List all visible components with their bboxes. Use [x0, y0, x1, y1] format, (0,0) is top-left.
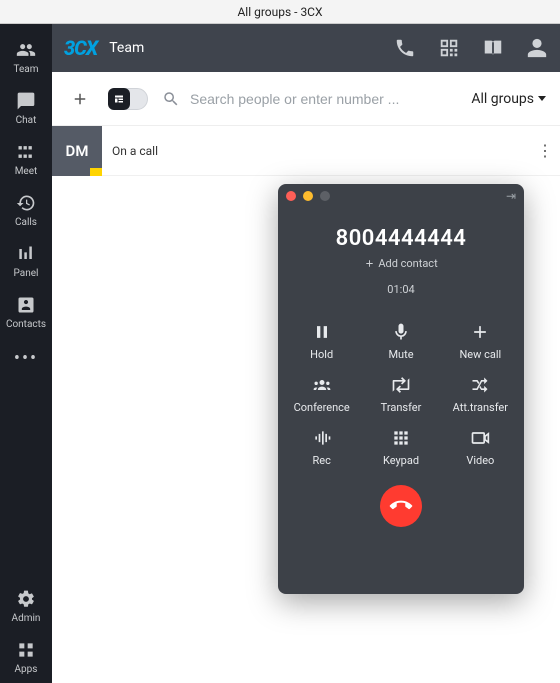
search-field[interactable] [162, 90, 457, 108]
add-contact-button[interactable]: Add contact [364, 257, 437, 270]
phone-icon [385, 490, 416, 521]
sidebar-item-label: Calls [15, 217, 37, 228]
toolbar: All groups [52, 72, 560, 126]
hangup-button[interactable] [380, 485, 422, 527]
close-icon[interactable] [286, 191, 296, 201]
rec-button[interactable]: Rec [282, 424, 361, 471]
chevron-down-icon [538, 96, 546, 101]
mute-button[interactable]: Mute [361, 318, 440, 365]
atttransfer-label: Att.transfer [453, 401, 508, 414]
mic-icon [391, 322, 411, 342]
sidebar-item-label: Panel [14, 268, 39, 279]
sidebar: Team Chat Meet Calls Panel Contacts ••• … [0, 24, 52, 683]
video-icon [470, 428, 490, 448]
sidebar-item-label: Apps [15, 664, 38, 675]
search-input[interactable] [190, 91, 457, 107]
mute-label: Mute [388, 348, 413, 361]
call-window: ⇥ 8004444444 Add contact 01:04 Hold Mute [278, 184, 524, 594]
sidebar-item-label: Admin [12, 613, 41, 624]
shuffle-icon [470, 375, 490, 395]
sidebar-item-panel[interactable]: Panel [0, 236, 52, 287]
sidebar-item-label: Team [14, 64, 39, 75]
row-menu-button[interactable]: ⋮ [530, 141, 560, 160]
sidebar-item-contacts[interactable]: Contacts [0, 287, 52, 338]
call-duration: 01:04 [278, 283, 524, 296]
minimize-icon[interactable] [303, 191, 313, 201]
sidebar-item-apps[interactable]: Apps [0, 632, 52, 683]
sidebar-item-meet[interactable]: Meet [0, 134, 52, 185]
call-window-bar: ⇥ [278, 184, 524, 208]
rec-label: Rec [312, 454, 330, 467]
window-titlebar: All groups - 3CX [0, 0, 560, 24]
newcall-label: New call [459, 348, 501, 361]
pause-icon [312, 322, 332, 342]
book-icon[interactable] [482, 37, 504, 59]
search-icon [162, 90, 180, 108]
topbar: 3CX Team [52, 24, 560, 72]
list-item[interactable]: DM On a call ⋮ [52, 126, 560, 176]
add-contact-label: Add contact [378, 257, 437, 270]
gear-icon [16, 589, 36, 609]
view-toggle[interactable] [108, 88, 148, 110]
dialer-icon[interactable] [394, 37, 416, 59]
transfer-label: Transfer [381, 401, 422, 414]
video-button[interactable]: Video [441, 424, 520, 471]
video-label: Video [466, 454, 494, 467]
meet-icon [16, 142, 36, 162]
soundwave-icon [312, 428, 332, 448]
sidebar-item-label: Contacts [6, 319, 46, 330]
hold-button[interactable]: Hold [282, 318, 361, 365]
account-icon[interactable] [526, 37, 548, 59]
sidebar-item-calls[interactable]: Calls [0, 185, 52, 236]
plus-icon [470, 322, 490, 342]
history-icon [16, 193, 36, 213]
maximize-icon[interactable] [320, 191, 330, 201]
contacts-icon [16, 295, 36, 315]
transfer-icon [391, 375, 411, 395]
transfer-button[interactable]: Transfer [361, 371, 440, 418]
new-button[interactable] [66, 85, 94, 113]
qrcode-icon[interactable] [438, 37, 460, 59]
panel-icon [16, 244, 36, 264]
detach-icon[interactable]: ⇥ [506, 189, 516, 203]
conference-button[interactable]: Conference [282, 371, 361, 418]
plus-small-icon [364, 258, 375, 269]
group-selector-label: All groups [471, 91, 534, 107]
group-selector[interactable]: All groups [471, 91, 546, 107]
presence-indicator [90, 168, 102, 176]
plus-icon [71, 90, 89, 108]
keypad-button[interactable]: Keypad [361, 424, 440, 471]
hold-label: Hold [310, 348, 333, 361]
sidebar-item-admin[interactable]: Admin [0, 581, 52, 632]
card-icon [113, 93, 125, 105]
conference-icon [312, 375, 332, 395]
keypad-icon [391, 428, 411, 448]
sidebar-item-label: Chat [16, 115, 37, 126]
keypad-label: Keypad [383, 454, 419, 467]
sidebar-more[interactable]: ••• [14, 338, 38, 379]
status-text: On a call [102, 144, 530, 158]
avatar: DM [52, 126, 102, 176]
sidebar-item-label: Meet [15, 166, 38, 177]
sidebar-item-chat[interactable]: Chat [0, 83, 52, 134]
atttransfer-button[interactable]: Att.transfer [441, 371, 520, 418]
call-number: 8004444444 [278, 226, 524, 251]
page-title: Team [109, 40, 144, 56]
sidebar-item-team[interactable]: Team [0, 32, 52, 83]
chat-icon [16, 91, 36, 111]
conference-label: Conference [294, 401, 350, 414]
newcall-button[interactable]: New call [441, 318, 520, 365]
brand-logo: 3CX [64, 36, 97, 60]
avatar-initials: DM [66, 142, 89, 160]
apps-icon [16, 640, 36, 660]
people-icon [16, 40, 36, 60]
